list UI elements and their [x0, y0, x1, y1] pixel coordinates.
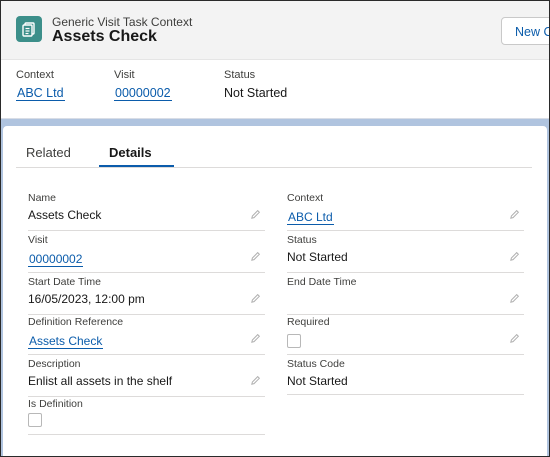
edit-pencil-icon[interactable] — [509, 251, 520, 262]
highlight-context: Context ABC Ltd — [16, 69, 65, 101]
edit-pencil-icon[interactable] — [509, 333, 520, 344]
field-value: Not Started — [287, 374, 348, 388]
highlight-label: Status — [224, 69, 256, 81]
required-checkbox — [287, 334, 301, 348]
field-context: Context ABC Ltd — [287, 192, 524, 231]
definition-reference-link[interactable]: Assets Check — [28, 334, 104, 349]
highlight-status: Status Not Started — [224, 69, 287, 100]
field-label: Description — [28, 358, 81, 370]
field-description: Description Enlist all assets in the she… — [28, 358, 265, 397]
field-name: Name Assets Check — [28, 192, 265, 231]
edit-pencil-icon[interactable] — [250, 333, 261, 344]
field-label: Context — [287, 192, 324, 204]
edit-pencil-icon[interactable] — [509, 209, 520, 220]
tab-related[interactable]: Related — [26, 145, 71, 160]
field-status: Status Not Started — [287, 234, 524, 273]
tab-details[interactable]: Details — [109, 145, 152, 160]
context-link[interactable]: ABC Ltd — [16, 86, 65, 101]
page-title: Assets Check — [52, 28, 157, 45]
field-end-date-time: End Date Time — [287, 276, 524, 315]
object-type-label: Generic Visit Task Context — [52, 15, 193, 29]
visit-link[interactable]: 00000002 — [114, 86, 172, 101]
field-value: Enlist all assets in the shelf — [28, 374, 173, 388]
task-context-icon — [16, 16, 42, 42]
field-label: Definition Reference — [28, 316, 124, 328]
is-definition-checkbox — [28, 413, 42, 427]
context-link[interactable]: ABC Ltd — [287, 210, 334, 225]
field-is-definition: Is Definition — [28, 398, 265, 435]
field-required: Required — [287, 316, 524, 355]
field-label: Is Definition — [28, 398, 83, 410]
field-label: Name — [28, 192, 57, 204]
active-tab-indicator — [99, 165, 174, 167]
new-button[interactable]: New Co — [501, 17, 550, 45]
edit-pencil-icon[interactable] — [250, 209, 261, 220]
field-label: End Date Time — [287, 276, 357, 288]
field-label: Status Code — [287, 358, 345, 370]
highlight-label: Visit — [114, 69, 135, 81]
edit-pencil-icon[interactable] — [250, 375, 261, 386]
field-label: Visit — [28, 234, 48, 246]
field-label: Start Date Time — [28, 276, 101, 288]
highlight-label: Context — [16, 69, 54, 81]
details-card: Related Details Name Assets Check Visit … — [3, 126, 547, 457]
field-start-date-time: Start Date Time 16/05/2023, 12:00 pm — [28, 276, 265, 315]
field-label: Required — [287, 316, 330, 328]
field-visit: Visit 00000002 — [28, 234, 265, 273]
record-header: Generic Visit Task Context Assets Check … — [1, 1, 550, 119]
field-value: Not Started — [287, 250, 348, 264]
tab-bar: Related Details — [16, 126, 532, 168]
edit-pencil-icon[interactable] — [509, 293, 520, 304]
field-value: Assets Check — [28, 208, 102, 222]
field-label: Status — [287, 234, 317, 246]
status-value: Not Started — [224, 86, 288, 100]
field-status-code: Status Code Not Started — [287, 358, 524, 395]
edit-pencil-icon[interactable] — [250, 251, 261, 262]
highlight-visit: Visit 00000002 — [114, 69, 172, 101]
edit-pencil-icon[interactable] — [250, 293, 261, 304]
visit-link[interactable]: 00000002 — [28, 252, 84, 267]
field-value: 16/05/2023, 12:00 pm — [28, 292, 145, 306]
field-definition-reference: Definition Reference Assets Check — [28, 316, 265, 355]
